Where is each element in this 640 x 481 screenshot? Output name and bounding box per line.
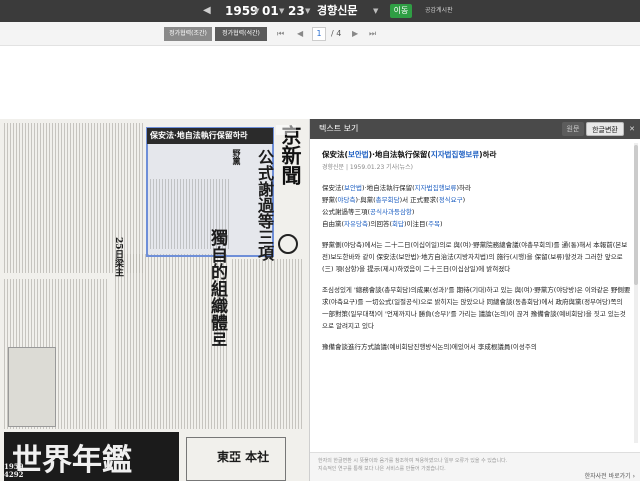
- year-caret-icon[interactable]: ▼: [254, 0, 259, 22]
- original-text-tab[interactable]: 원문: [562, 122, 584, 136]
- hangul-reading: 보안법: [344, 184, 362, 192]
- paper-caret-icon[interactable]: ▼: [373, 0, 378, 22]
- newspaper-emblem-icon: [278, 234, 298, 254]
- headline-text: 保安法·地自法執行保留하라: [150, 130, 248, 140]
- article-paragraph-1: 野黨側(야당측)에서는 二十二日(이십이일)의로 與(여)·野黨院務總會議(야총…: [322, 241, 628, 273]
- article-paragraph-2: 조심성있게 '總務會談(총무회담)의成果(성과)'를 期待(기대)하고 있는 與…: [322, 286, 631, 330]
- hanja-text: )서 正式要求(: [399, 196, 439, 204]
- day-caret-icon[interactable]: ▼: [305, 0, 310, 22]
- title-part: 保安法(: [322, 150, 348, 159]
- hangul-reading: 자유당측: [344, 220, 368, 228]
- banner-years: 1959 4292: [4, 462, 24, 479]
- sub-headline-1: 公式謝過等三項: [255, 149, 274, 261]
- last-page-icon[interactable]: ⏭: [369, 27, 376, 41]
- lead-line: 野黨(야당측)·與黨(총무회담)서 正式要求(정식요구): [322, 194, 631, 206]
- hanja-text: ): [462, 196, 466, 204]
- tab-evening-edition[interactable]: 정가협력(석간): [215, 27, 267, 41]
- title-part: )·地自法執行保留(: [368, 150, 431, 159]
- lead-line: 公式謝過等三項(공식사과등삼항): [322, 206, 631, 218]
- newspaper-selector[interactable]: 경향신문: [317, 0, 357, 22]
- newspaper-page-image[interactable]: 保安法·地自法執行保留하라 公式謝過等三項 野黨 京新聞 獨自的組織體로 25日…: [0, 119, 309, 481]
- hanja-text: )하라: [456, 184, 472, 192]
- hanja-text: 保安法(: [322, 184, 345, 192]
- month-selector[interactable]: 01: [262, 0, 279, 22]
- hangul-reading: 지자법집행보류: [414, 184, 457, 192]
- article-lead: 保安法(보안법)·地自法執行保留(지자법집행보류)하라 野黨(야당측)·與黨(총…: [322, 182, 631, 230]
- section-toolbar: 정가협력(조간) 정가협력(석간) ⏮ ◀ 1 / 4 ▶ ⏭: [0, 22, 640, 46]
- footer-note: 지속적인 연구를 통해 보다 나은 서비스를 만들어 가겠습니다.: [318, 466, 446, 472]
- panel-scrollbar-thumb[interactable]: [634, 145, 638, 285]
- side-ad: 東亞 本社: [186, 437, 286, 481]
- sub-headline-3: 25日梁主: [113, 237, 123, 277]
- article-title: 保安法(보안법)·地自法執行保留(지자법집행보류)하라: [322, 149, 631, 160]
- tab-morning-edition[interactable]: 정가협력(조간): [164, 27, 212, 41]
- masthead-tab: [276, 125, 296, 135]
- prev-page-icon[interactable]: ◀: [297, 27, 303, 41]
- hanja-text: 野黨(: [322, 196, 338, 204]
- article-columns: [232, 259, 302, 429]
- notice-board-link[interactable]: 공감계시판: [425, 0, 453, 22]
- article-meta: 경향신문 | 1959.01.23 기사(뉴스): [322, 164, 413, 171]
- first-page-icon[interactable]: ⏮: [277, 27, 284, 41]
- title-part: 보안법: [347, 150, 369, 159]
- title-part: )하라: [479, 150, 497, 159]
- lead-line: 自由黨(자유당측)의回答(회답)이注目(주목): [322, 218, 631, 230]
- go-button[interactable]: 이동: [390, 4, 412, 18]
- hanja-text: )이注目(: [404, 220, 429, 228]
- panel-header: 텍스트 보기 원문 한글변환 ✕: [310, 119, 640, 139]
- hanja-text: 自由黨(: [322, 220, 345, 228]
- month-caret-icon[interactable]: ▼: [279, 0, 284, 22]
- hanja-dictionary-link[interactable]: 한자사전 바로가기 ›: [585, 471, 635, 480]
- panel-close-icon[interactable]: ✕: [627, 122, 637, 136]
- page-total: / 4: [331, 29, 342, 38]
- prev-date-arrow-icon[interactable]: ◀: [203, 0, 211, 22]
- hangul-reading: 공식사과등삼항: [370, 208, 412, 216]
- title-part: 지자법집행보류: [430, 150, 480, 159]
- bottom-banner-title: 世界年鑑: [12, 443, 132, 478]
- hangul-reading: 정식요구: [438, 196, 463, 204]
- hangul-reading: 주목: [428, 220, 441, 228]
- next-page-icon[interactable]: ▶: [352, 27, 358, 41]
- cartoon-illustration: [8, 347, 56, 427]
- footer-disclaimer: 한자의 한글변환 시 뜻풀이와 음가를 참조하여 적용하였으나 일부 오류가 있…: [318, 458, 508, 464]
- page-number-input[interactable]: 1: [312, 27, 326, 41]
- side-ad-text: 東亞 本社: [217, 450, 270, 464]
- korean-convert-tab[interactable]: 한글변환: [586, 122, 624, 136]
- top-navigation-bar: ◀ 1959 ▼ 01 ▼ 23 ▼ 경향신문 ▼ 이동 공감계시판: [0, 0, 640, 22]
- hanja-text: )의回答(: [367, 220, 393, 228]
- hanja-text: 公式謝過等三項(: [322, 208, 371, 216]
- hanja-text: ): [411, 208, 415, 216]
- panel-title: 텍스트 보기: [319, 124, 359, 133]
- hanja-text: )·地自法執行保留(: [362, 184, 415, 192]
- hangul-reading: 총무회담: [375, 196, 400, 204]
- side-headline: 野黨: [232, 149, 242, 165]
- hangul-reading: 회답: [392, 220, 404, 228]
- spacer: [0, 47, 640, 119]
- day-selector[interactable]: 23: [288, 0, 305, 22]
- article-paragraph-3: 豫備會談進行方式論議(예비회담진행방식논의)에있어서 李成根議員(이성주의: [322, 343, 537, 351]
- sub-headline-2: 獨自的組織體로: [207, 229, 227, 348]
- lead-line: 保安法(보안법)·地自法執行保留(지자법집행보류)하라: [322, 182, 631, 194]
- text-view-panel: 텍스트 보기 원문 한글변환 ✕ 保安法(보안법)·地自法執行保留(지자법집행보…: [309, 119, 640, 481]
- hanja-text: ): [440, 220, 443, 228]
- headline-banner: 保安法·地自法執行保留하라: [147, 128, 273, 144]
- article-text: 保安法(보안법)·地自法執行保留(지자법집행보류)하라 경향신문 | 1959.…: [310, 139, 640, 449]
- panel-footer: 한자의 한글변환 시 뜻풀이와 음가를 참조하여 적용하였으나 일부 오류가 있…: [310, 452, 640, 481]
- hanja-text: )·與黨(: [355, 196, 376, 204]
- hangul-reading: 야당측: [337, 196, 356, 204]
